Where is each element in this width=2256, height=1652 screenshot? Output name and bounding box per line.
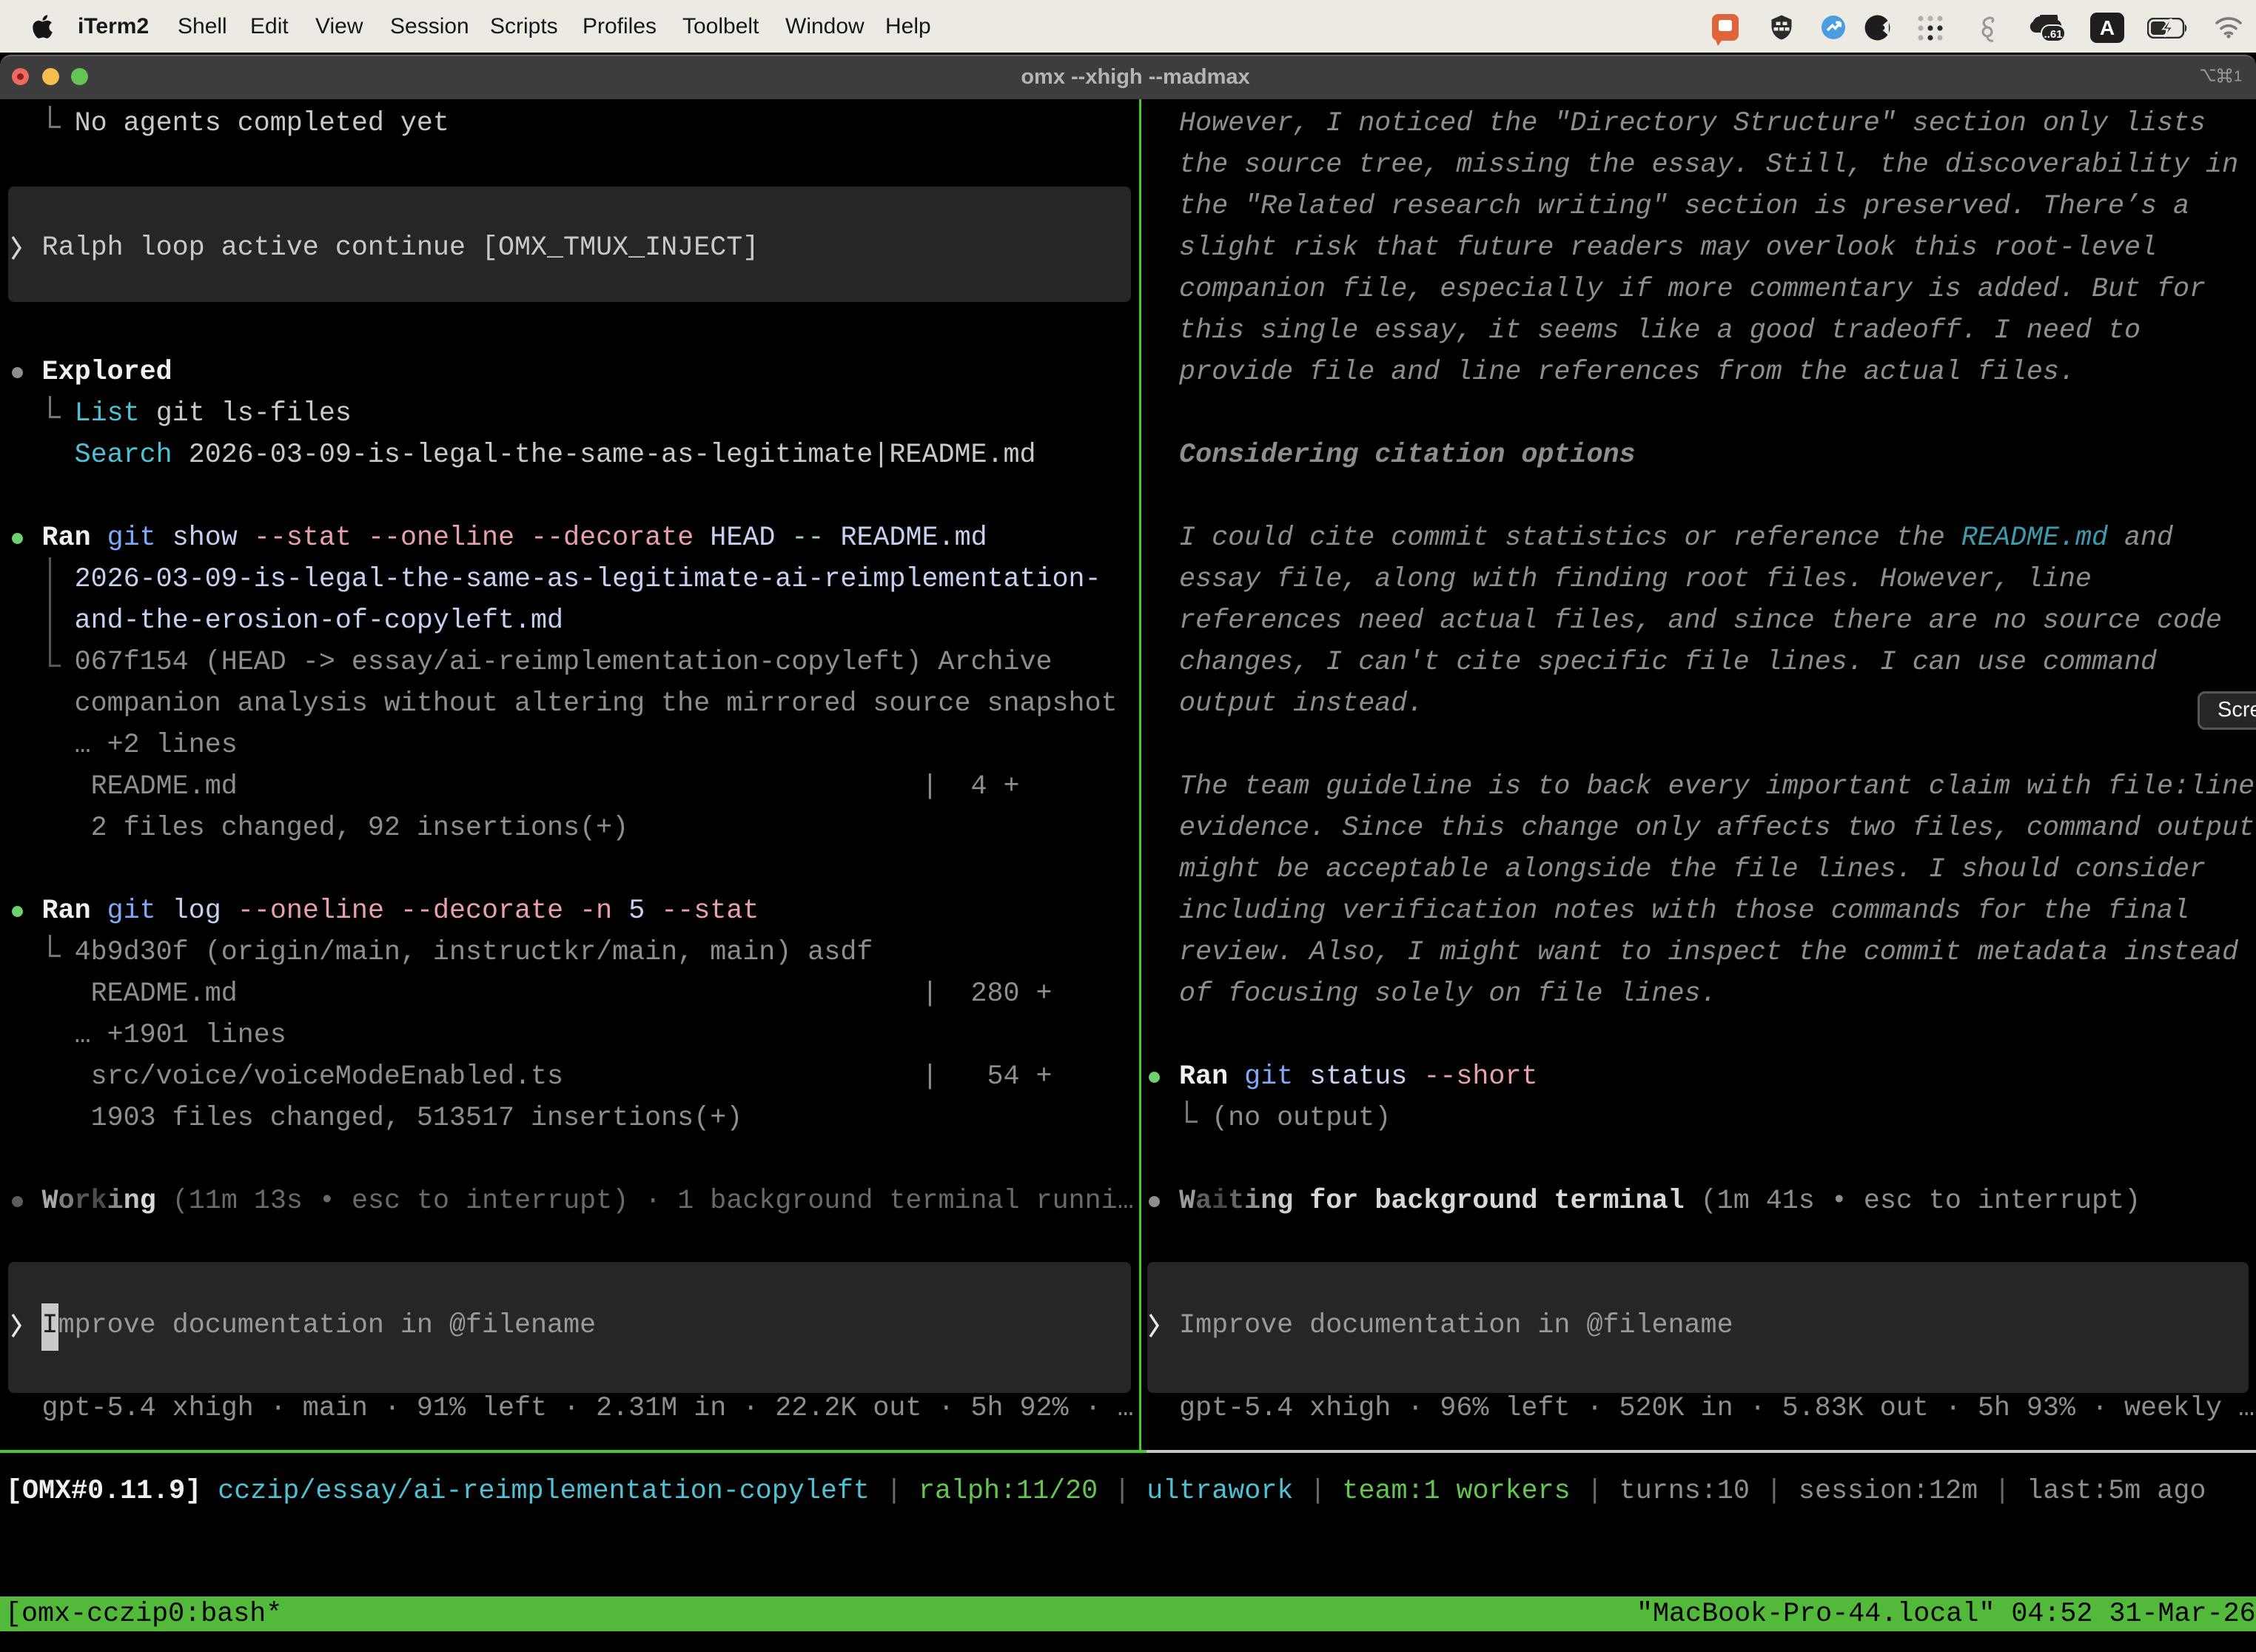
svg-text:..61: ..61 [2044,28,2062,41]
svg-text:1: 1 [2234,68,2242,84]
